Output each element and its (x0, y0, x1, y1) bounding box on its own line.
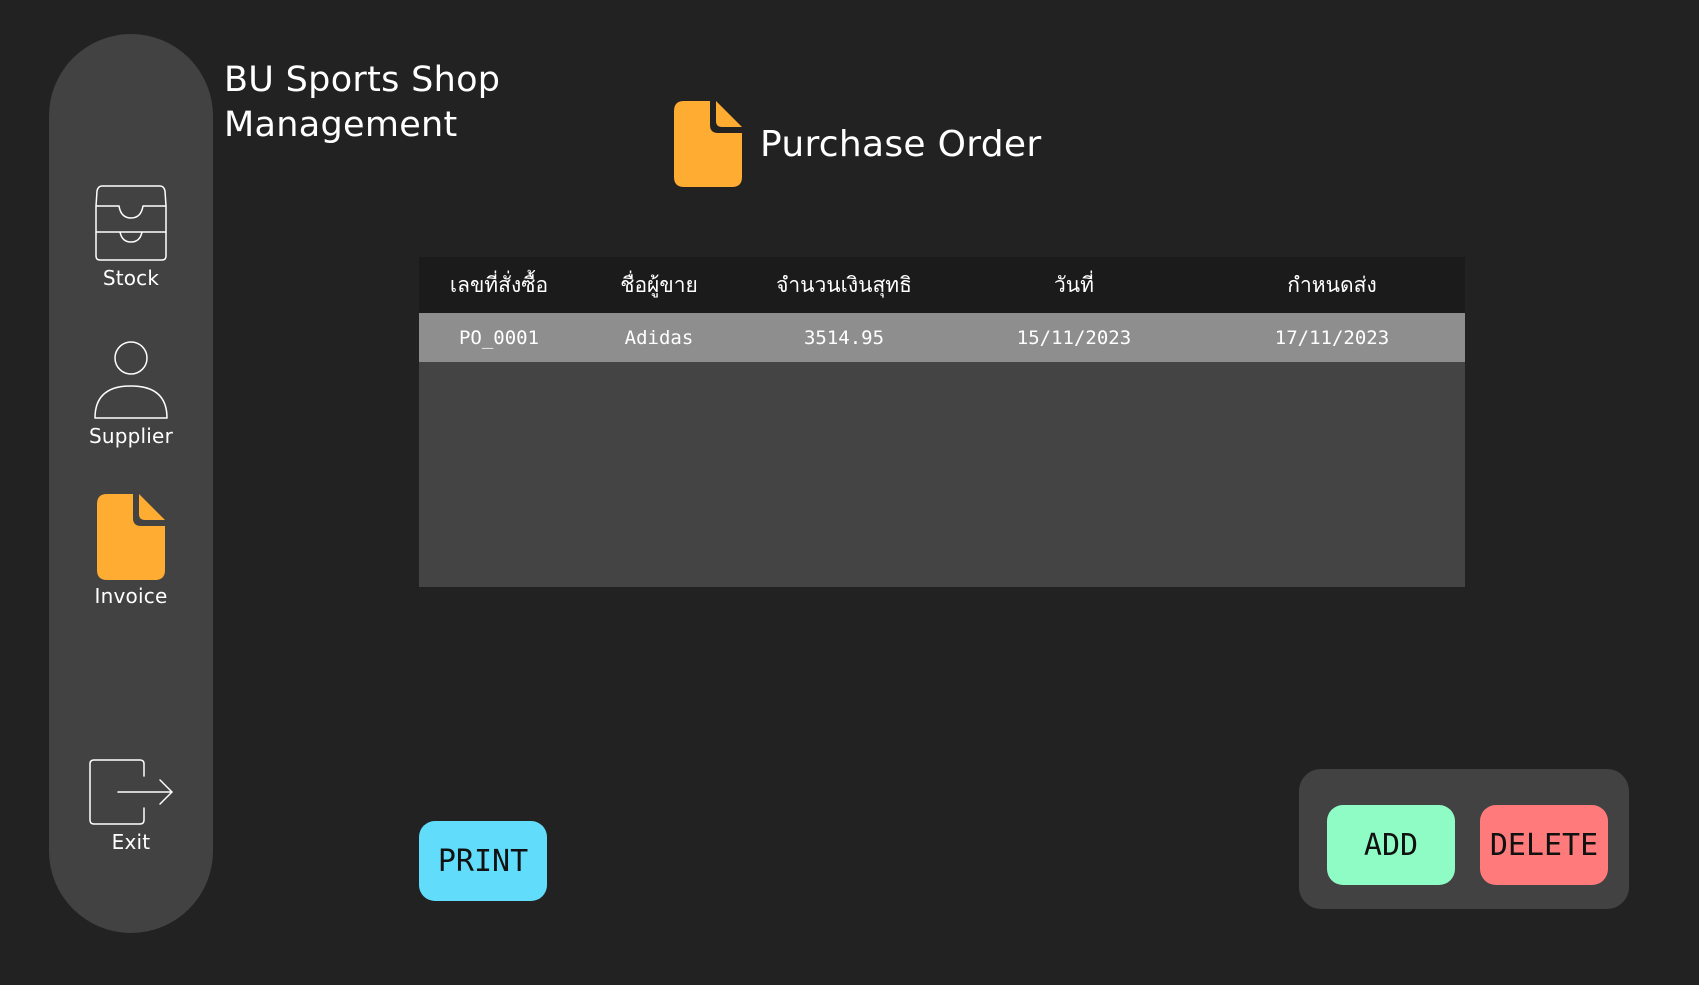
document-icon (674, 101, 742, 187)
app-title: BU Sports Shop Management (224, 58, 544, 148)
sidebar-item-invoice[interactable]: Invoice (49, 494, 213, 608)
user-icon (94, 341, 168, 419)
sidebar-item-label: Invoice (94, 584, 168, 608)
page-header: Purchase Order (674, 101, 1041, 187)
delete-button[interactable]: DELETE (1480, 805, 1608, 885)
sidebar-item-stock[interactable]: Stock (49, 184, 213, 290)
column-header[interactable]: กำหนดส่ง (1199, 257, 1465, 313)
sidebar-item-supplier[interactable]: Supplier (49, 340, 213, 448)
table-cell: 17/11/2023 (1274, 326, 1390, 349)
app-title-line1: BU Sports Shop (224, 60, 501, 100)
action-panel: ADD DELETE (1299, 769, 1629, 909)
add-button[interactable]: ADD (1327, 805, 1455, 885)
sidebar-item-exit[interactable]: Exit (49, 758, 213, 854)
inbox-tray-icon (95, 185, 167, 261)
purchase-order-screen: Stock Supplier Invoice Exit BU Sports Sh… (0, 0, 1699, 985)
page-title: Purchase Order (760, 123, 1042, 165)
sidebar-item-label: Exit (111, 830, 151, 854)
app-title-line2: Management (224, 105, 458, 145)
table-cell: 3514.95 (803, 326, 885, 349)
table-cell: PO_0001 (458, 326, 540, 349)
sidebar: Stock Supplier Invoice Exit (49, 34, 213, 933)
column-header[interactable]: จำนวนเงินสุทธิ (739, 257, 949, 313)
print-button[interactable]: PRINT (419, 821, 547, 901)
exit-icon (89, 759, 173, 825)
column-header[interactable]: เลขที่สั่งซื้อ (419, 257, 579, 313)
sidebar-item-label: Stock (102, 266, 160, 290)
purchase-order-table: เลขที่สั่งซื้อ ชื่อผู้ขาย จำนวนเงินสุทธิ… (419, 257, 1465, 587)
column-header[interactable]: วันที่ (949, 257, 1199, 313)
document-icon (97, 494, 165, 580)
table-header: เลขที่สั่งซื้อ ชื่อผู้ขาย จำนวนเงินสุทธิ… (419, 257, 1465, 313)
sidebar-item-label: Supplier (88, 424, 173, 448)
table-cell: Adidas (624, 326, 694, 349)
column-header[interactable]: ชื่อผู้ขาย (579, 257, 739, 313)
table-cell: 15/11/2023 (1016, 326, 1132, 349)
table-row[interactable]: PO_0001 Adidas 3514.95 15/11/2023 17/11/… (419, 313, 1465, 362)
